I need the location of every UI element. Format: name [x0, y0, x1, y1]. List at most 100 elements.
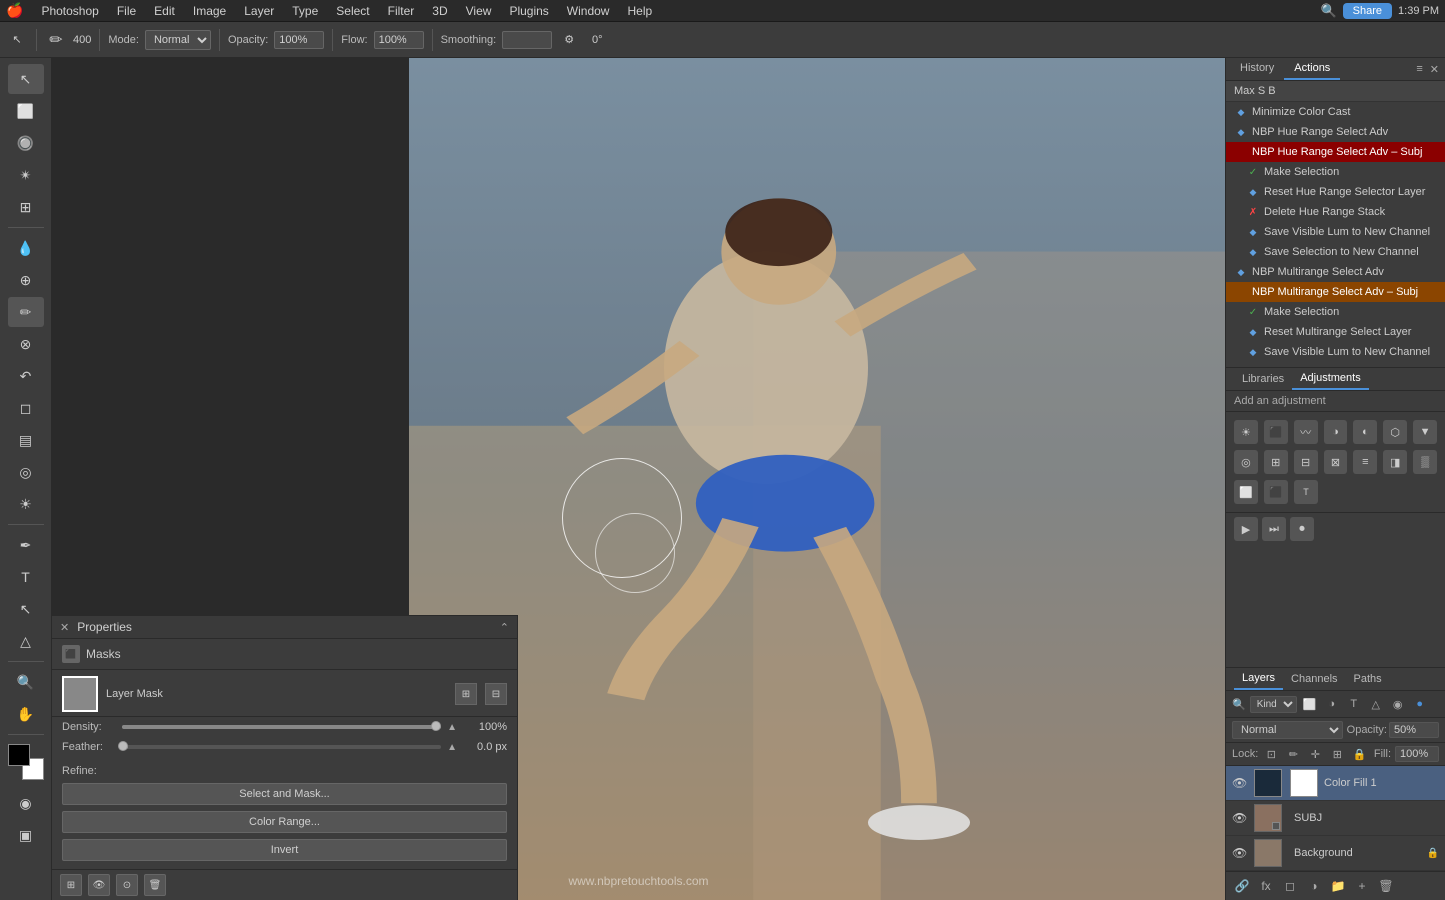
- layer-item-subj[interactable]: 👁 SUBJ: [1226, 801, 1445, 836]
- action-item[interactable]: NBP Hue Range Select Adv – Subj: [1226, 142, 1445, 162]
- layers-adjustment-icon[interactable]: ◑: [1304, 876, 1324, 896]
- layers-blend-mode-select[interactable]: Normal: [1232, 721, 1343, 739]
- action-item[interactable]: ✓Make Selection: [1226, 162, 1445, 182]
- lock-all-icon[interactable]: 🔒: [1350, 745, 1368, 763]
- tab-libraries[interactable]: Libraries: [1234, 369, 1292, 389]
- tool-shape[interactable]: △: [8, 626, 44, 656]
- lock-transparent-icon[interactable]: ⊡: [1262, 745, 1280, 763]
- action-item[interactable]: NBP Multirange Select Adv – Subj: [1226, 282, 1445, 302]
- adj-vibrance-icon[interactable]: ◐: [1353, 420, 1377, 444]
- layers-filter-pixel-icon[interactable]: ⬜: [1301, 695, 1319, 713]
- menu-file[interactable]: File: [109, 2, 144, 20]
- lock-move-icon[interactable]: ✛: [1306, 745, 1324, 763]
- brush-icon[interactable]: ✏: [45, 29, 67, 51]
- adj-text-icon[interactable]: T: [1294, 480, 1318, 504]
- menu-window[interactable]: Window: [559, 2, 618, 20]
- layers-filter-shape-icon[interactable]: △: [1367, 695, 1385, 713]
- menu-plugins[interactable]: Plugins: [501, 2, 556, 20]
- props-trash-icon[interactable]: 🗑: [144, 874, 166, 896]
- settings-icon[interactable]: ⚙: [558, 29, 580, 51]
- invert-button[interactable]: Invert: [62, 839, 507, 861]
- layers-link-icon[interactable]: 🔗: [1232, 876, 1252, 896]
- menu-filter[interactable]: Filter: [380, 2, 423, 20]
- tool-magic-wand[interactable]: ✴: [8, 160, 44, 190]
- tool-zoom[interactable]: 🔍: [8, 667, 44, 697]
- mode-dropdown[interactable]: Normal: [145, 30, 211, 50]
- color-range-button[interactable]: Color Range...: [62, 811, 507, 833]
- menu-help[interactable]: Help: [619, 2, 660, 20]
- properties-collapse-icon[interactable]: ⌃: [500, 621, 509, 634]
- tool-pen[interactable]: ✒: [8, 530, 44, 560]
- tool-eraser[interactable]: ◻: [8, 393, 44, 423]
- quick-mask-icon[interactable]: ◉: [8, 788, 44, 818]
- tool-type[interactable]: T: [8, 562, 44, 592]
- adj-threshold-icon[interactable]: ◨: [1383, 450, 1407, 474]
- menu-3d[interactable]: 3D: [424, 2, 455, 20]
- adj-color-lookup-icon[interactable]: ⊟: [1294, 450, 1318, 474]
- layers-filter-active[interactable]: ●: [1411, 695, 1429, 713]
- tool-move[interactable]: ↖: [8, 64, 44, 94]
- tool-crop[interactable]: ⊞: [8, 192, 44, 222]
- layer-mask-btn-1[interactable]: ⊞: [455, 683, 477, 705]
- adj-brightness-icon[interactable]: ☀: [1234, 420, 1258, 444]
- adj-exposure-icon[interactable]: ◑: [1324, 420, 1348, 444]
- tool-history-brush[interactable]: ↶: [8, 361, 44, 391]
- action-item[interactable]: ◆Save Visible Lum to New Channel: [1226, 222, 1445, 242]
- adj-levels-icon[interactable]: ⬛: [1264, 420, 1288, 444]
- adj-posterize-icon[interactable]: ≡: [1353, 450, 1377, 474]
- layer-visibility-2[interactable]: 👁: [1232, 811, 1250, 825]
- props-target-icon[interactable]: ⊙: [116, 874, 138, 896]
- action-item[interactable]: ◆Save Selection to New Channel: [1226, 362, 1445, 367]
- menu-layer[interactable]: Layer: [236, 2, 282, 20]
- tool-blur[interactable]: ◎: [8, 457, 44, 487]
- share-button[interactable]: Share: [1343, 3, 1392, 19]
- tab-history[interactable]: History: [1230, 58, 1284, 80]
- adj-pattern-icon[interactable]: ⬛: [1264, 480, 1288, 504]
- foreground-color-swatch[interactable]: [8, 744, 30, 766]
- adj-skip-icon[interactable]: ⏭: [1262, 517, 1286, 541]
- layers-new-icon[interactable]: +: [1352, 876, 1372, 896]
- action-item[interactable]: ✗Delete Hue Range Stack: [1226, 202, 1445, 222]
- tool-gradient[interactable]: ▤: [8, 425, 44, 455]
- action-item[interactable]: ✓Make Selection: [1226, 302, 1445, 322]
- tab-channels[interactable]: Channels: [1283, 669, 1345, 689]
- properties-close-icon[interactable]: ✕: [60, 621, 69, 634]
- menu-type[interactable]: Type: [284, 2, 326, 20]
- layer-item-color-fill[interactable]: 👁 Color Fill 1: [1226, 766, 1445, 801]
- tool-lasso[interactable]: 🔘: [8, 128, 44, 158]
- search-icon-layers[interactable]: 🔍: [1232, 698, 1246, 711]
- props-eye-icon[interactable]: 👁: [88, 874, 110, 896]
- tool-dodge[interactable]: ☀: [8, 489, 44, 519]
- tool-eyedropper[interactable]: 💧: [8, 233, 44, 263]
- tool-brush[interactable]: ✏: [8, 297, 44, 327]
- tool-icon-move[interactable]: ↖: [6, 29, 28, 51]
- adj-colorbalance-icon[interactable]: ▼: [1413, 420, 1437, 444]
- layers-filter-adj-icon[interactable]: ◑: [1323, 695, 1341, 713]
- adj-invert-icon[interactable]: ⊠: [1324, 450, 1348, 474]
- apple-menu-icon[interactable]: 🍎: [6, 2, 23, 19]
- adj-gradient-map-icon[interactable]: ▒: [1413, 450, 1437, 474]
- action-item[interactable]: ◆NBP Hue Range Select Adv: [1226, 122, 1445, 142]
- fill-value-input[interactable]: [1395, 746, 1439, 762]
- search-icon[interactable]: 🔍: [1320, 3, 1336, 19]
- layer-mask-thumbnail[interactable]: [62, 676, 98, 712]
- adj-channel-mixer-icon[interactable]: ⊞: [1264, 450, 1288, 474]
- panel-collapse-icon[interactable]: ✕: [1428, 61, 1441, 78]
- tab-paths[interactable]: Paths: [1346, 669, 1390, 689]
- opacity-value-input[interactable]: [1389, 722, 1439, 738]
- adj-photo-filter-icon[interactable]: ◎: [1234, 450, 1258, 474]
- color-swatches[interactable]: [8, 744, 44, 780]
- adj-play-icon[interactable]: ▶: [1234, 517, 1258, 541]
- layers-group-icon[interactable]: 📁: [1328, 876, 1348, 896]
- action-item[interactable]: ◆Reset Hue Range Selector Layer: [1226, 182, 1445, 202]
- tab-adjustments[interactable]: Adjustments: [1292, 368, 1369, 390]
- flow-input[interactable]: [374, 31, 424, 49]
- action-item[interactable]: ◆Minimize Color Cast: [1226, 102, 1445, 122]
- select-and-mask-button[interactable]: Select and Mask...: [62, 783, 507, 805]
- tab-layers[interactable]: Layers: [1234, 668, 1283, 690]
- action-item[interactable]: ◆Save Visible Lum to New Channel: [1226, 342, 1445, 362]
- adj-selectcolor-icon[interactable]: ⬜: [1234, 480, 1258, 504]
- smoothing-input[interactable]: [502, 31, 552, 49]
- density-slider[interactable]: [122, 725, 441, 729]
- menu-photoshop[interactable]: Photoshop: [33, 2, 106, 20]
